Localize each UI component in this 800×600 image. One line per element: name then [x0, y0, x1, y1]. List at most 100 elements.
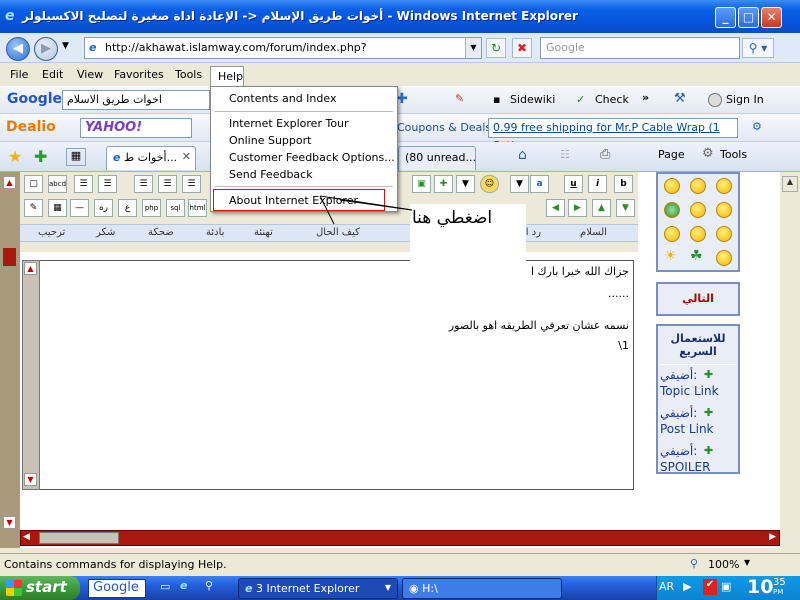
spoiler-link[interactable]: SPOILER	[660, 460, 710, 474]
smiley-icon[interactable]: ☺	[480, 175, 499, 193]
scroll-left-icon[interactable]: ◀	[23, 532, 30, 542]
menu-view[interactable]: View	[77, 68, 103, 81]
arrow-right-icon[interactable]: ▶	[568, 199, 587, 217]
menu-favorites[interactable]: Favorites	[114, 68, 164, 81]
arrow-left-icon[interactable]: ◀	[546, 199, 565, 217]
ordered-list-icon[interactable]: ☰	[98, 175, 117, 193]
insert-icon[interactable]: ✚	[434, 175, 453, 193]
close-button[interactable]: ✕	[761, 7, 782, 28]
smilie-label[interactable]: السلام	[580, 227, 607, 238]
search-input[interactable]: Google	[540, 37, 740, 59]
editor-button[interactable]: ▦	[48, 199, 67, 217]
arrow-down-icon[interactable]: ▼	[616, 199, 635, 217]
forward-button[interactable]: ▶	[34, 37, 58, 61]
dropdown-icon[interactable]: ▼	[456, 175, 475, 193]
tab-close-icon[interactable]: ✕	[182, 150, 191, 163]
sidewiki-button[interactable]: Sidewiki	[510, 93, 555, 106]
check-button[interactable]: Check	[595, 93, 629, 106]
arrow-up-icon[interactable]: ▲	[592, 199, 611, 217]
address-dropdown-icon[interactable]: ▼	[465, 38, 481, 58]
menu-send-feedback[interactable]: Send Feedback	[229, 168, 313, 181]
scroll-right-icon[interactable]: ▶	[769, 532, 776, 542]
menu-feedback-options[interactable]: Customer Feedback Options...	[229, 151, 395, 164]
back-button[interactable]: ◀	[6, 37, 30, 61]
horizontal-scrollbar[interactable]: ◀ ▶	[20, 530, 780, 546]
palm-icon[interactable]: ☘	[690, 248, 703, 264]
minimize-button[interactable]: _	[715, 7, 736, 28]
underline-icon[interactable]: u	[564, 175, 583, 193]
zoom-level[interactable]: 100%	[708, 558, 739, 571]
smilie-label[interactable]: ترحيب	[38, 227, 65, 238]
search-icon[interactable]: ⚲ ▾	[742, 38, 774, 58]
google-search-input[interactable]: اخوات طريق الاسلام	[62, 90, 210, 110]
sidewiki-icon[interactable]: ▪	[493, 93, 500, 106]
feeds-icon[interactable]: ☷	[560, 148, 570, 161]
smilie-label[interactable]: ضحكة	[148, 227, 174, 238]
google-deskbar[interactable]: Google	[88, 579, 146, 598]
bold-icon[interactable]: b	[614, 175, 633, 193]
menu-tools[interactable]: Tools	[175, 68, 202, 81]
menu-edit[interactable]: Edit	[42, 68, 63, 81]
scroll-down-icon[interactable]: ▼	[3, 516, 16, 529]
editor-button[interactable]: ✎	[24, 199, 43, 217]
emoticon-icon[interactable]	[716, 178, 732, 194]
emoticon-icon[interactable]	[664, 178, 680, 194]
editor-button[interactable]: ره	[94, 199, 113, 217]
editor-scroll-down-icon[interactable]: ▼	[24, 473, 37, 486]
yahoo-search-input[interactable]: YAHOO!	[80, 118, 192, 138]
tray-icon[interactable]: ▶	[683, 580, 691, 593]
editor-button[interactable]: abcd	[48, 175, 67, 193]
font-color-icon[interactable]: a	[530, 175, 549, 193]
emoticon-icon[interactable]	[716, 250, 732, 266]
dealio-settings-icon[interactable]: ⚙	[752, 120, 762, 133]
show-desktop-icon[interactable]: ▭	[160, 580, 170, 593]
refresh-icon[interactable]: ↻	[486, 38, 506, 58]
php-button[interactable]: php	[142, 199, 161, 217]
add-favorite-icon[interactable]: ✚	[34, 147, 47, 166]
emoticon-icon[interactable]	[690, 178, 706, 194]
align-icon[interactable]: ☰	[134, 175, 153, 193]
search-quicklaunch-icon[interactable]: ⚲	[205, 579, 213, 592]
emoticon-icon[interactable]	[716, 202, 732, 218]
address-input[interactable]: e http://akhawat.islamway.com/forum/inde…	[84, 37, 482, 59]
editor-scrollbar[interactable]: ▲ ▼	[22, 260, 40, 490]
lightbulb-icon[interactable]: ☀	[664, 248, 677, 264]
ie-quicklaunch-icon[interactable]: e	[180, 579, 187, 592]
start-button[interactable]: start	[0, 576, 80, 600]
smilie-label[interactable]: بادئة	[206, 227, 224, 238]
home-icon[interactable]: ⌂	[518, 147, 527, 163]
align-icon[interactable]: ☰	[158, 175, 177, 193]
task-group-dropdown-icon[interactable]: ▼	[385, 583, 391, 592]
menu-online-support[interactable]: Online Support	[229, 134, 311, 147]
zoom-dropdown-icon[interactable]: ▼	[744, 558, 750, 567]
print-icon[interactable]: ⎙	[600, 147, 610, 162]
sql-button[interactable]: sql	[166, 199, 185, 217]
page-menu-button[interactable]: Page	[658, 148, 685, 161]
topic-link[interactable]: Topic Link	[660, 384, 719, 398]
page-scroll-up-icon[interactable]: ▲	[782, 176, 798, 192]
tools-menu-button[interactable]: Tools	[720, 148, 747, 161]
emoticon-icon[interactable]	[716, 226, 732, 242]
emoticon-icon[interactable]	[690, 226, 706, 242]
tab-unread[interactable]: (80 unread...	[398, 146, 476, 170]
deal-dropdown[interactable]: 0.99 free shipping for Mr.P Cable Wrap (…	[488, 118, 738, 152]
tab-akhawat[interactable]: e أخوات ط... ✕	[106, 146, 196, 170]
smilie-label[interactable]: شكر	[96, 227, 115, 238]
message-textarea[interactable]: جزاك الله خيرا بارك ا ...... نسمه عشان ت…	[22, 260, 634, 490]
more-chevron-icon[interactable]: »	[642, 91, 649, 104]
language-indicator[interactable]: AR	[659, 580, 674, 593]
signin-button[interactable]: Sign In	[726, 93, 764, 106]
emoticon-icon[interactable]	[664, 202, 680, 218]
menu-ie-tour[interactable]: Internet Explorer Tour	[229, 117, 349, 130]
align-icon[interactable]: ☰	[182, 175, 201, 193]
quick-tabs-icon[interactable]: ▦	[66, 148, 86, 166]
scroll-up-icon[interactable]: ▲	[3, 176, 16, 189]
html-button[interactable]: html	[188, 199, 207, 217]
menu-file[interactable]: File	[10, 68, 28, 81]
coupons-button[interactable]: Coupons & Deals	[397, 121, 491, 134]
network-icon[interactable]: ▣	[721, 580, 731, 593]
scroll-thumb[interactable]	[39, 532, 119, 544]
menu-contents-index[interactable]: Contents and Index	[229, 92, 336, 105]
bookmark-icon[interactable]: ✎	[455, 92, 464, 105]
italic-icon[interactable]: i	[588, 175, 607, 193]
